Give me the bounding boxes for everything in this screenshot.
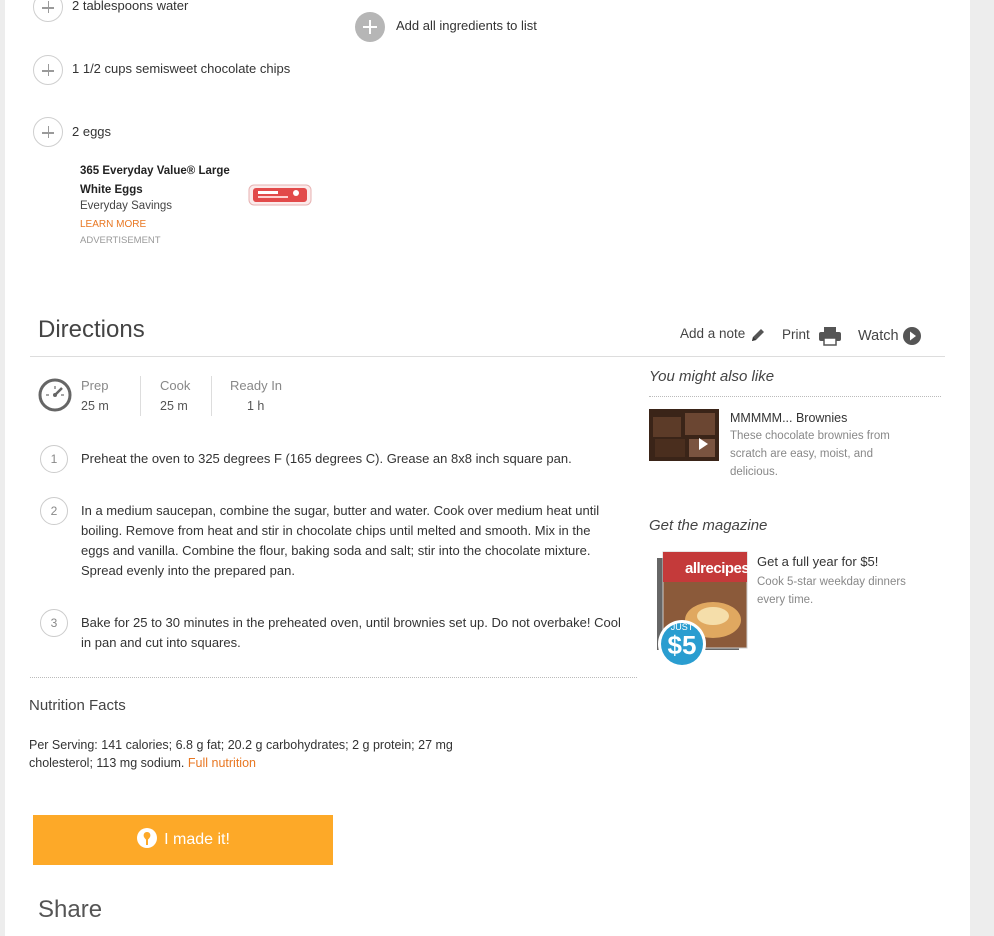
time-separator-1 xyxy=(140,376,141,416)
ad-subtitle: Everyday Savings xyxy=(80,200,173,212)
brownies-thumbnail[interactable] xyxy=(649,409,719,461)
print-link[interactable]: Print xyxy=(782,327,810,342)
also-like-desc-line-1: These chocolate brownies from xyxy=(730,430,890,442)
step-3-number: 3 xyxy=(40,609,68,637)
add-ingredient-2-icon[interactable] xyxy=(33,55,63,85)
step-3-text[interactable]: Bake for 25 to 30 minutes in the preheat… xyxy=(81,613,621,653)
made-it-icon xyxy=(136,827,158,854)
page: 2 tablespoons water Add all ingredients … xyxy=(5,0,970,936)
step-1-line-1: Preheat the oven to 325 degrees F (165 d… xyxy=(81,451,572,466)
steps-divider xyxy=(30,677,637,678)
step-2-line-1: In a medium saucepan, combine the sugar,… xyxy=(81,503,600,518)
play-circle-icon[interactable] xyxy=(902,326,922,351)
made-it-label: I made it! xyxy=(164,831,230,848)
ready-in-value: 1 h xyxy=(247,399,265,413)
step-2-line-4: Spread evenly into the prepared pan. xyxy=(81,563,295,578)
step-3-line-2: in pan and cut into squares. xyxy=(81,635,241,650)
add-ingredient-1-icon[interactable] xyxy=(33,0,63,22)
ingredient-3[interactable]: 2 eggs xyxy=(72,124,111,139)
ad-label: ADVERTISEMENT xyxy=(80,235,161,246)
ad-learn-more-link[interactable]: LEARN MORE xyxy=(80,219,240,230)
also-like-desc-line-2: scratch are easy, moist, and xyxy=(730,448,873,460)
ad-title-line1[interactable]: 365 Everyday Value® Large xyxy=(80,162,240,181)
also-like-description: These chocolate brownies from scratch ar… xyxy=(730,427,890,481)
prep-value: 25 m xyxy=(81,399,109,413)
step-1-text[interactable]: Preheat the oven to 325 degrees F (165 d… xyxy=(81,449,572,469)
also-like-title[interactable]: MMMMM... Brownies xyxy=(730,411,847,425)
add-note-link[interactable]: Add a note xyxy=(680,326,745,341)
ready-in-label: Ready In xyxy=(230,378,283,393)
step-2-line-2: boiling. Remove from heat and stir in ch… xyxy=(81,523,591,538)
magazine-heading: Get the magazine xyxy=(649,517,768,534)
also-like-desc-line-3: delicious. xyxy=(730,466,778,478)
cook-value: 25 m xyxy=(160,399,188,413)
magazine-description: Cook 5-star weekday dinners every time. xyxy=(757,573,906,609)
printer-icon[interactable] xyxy=(818,326,842,351)
magazine-title[interactable]: Get a full year for $5! xyxy=(757,554,878,569)
nutrition-heading: Nutrition Facts xyxy=(29,697,126,714)
step-2-text[interactable]: In a medium saucepan, combine the sugar,… xyxy=(81,501,599,581)
magazine-badge-price: $5 xyxy=(667,630,697,660)
step-3-line-1: Bake for 25 to 30 minutes in the preheat… xyxy=(81,615,621,630)
cook-label: Cook xyxy=(160,378,191,393)
add-all-plus-icon[interactable] xyxy=(355,12,385,42)
full-nutrition-link[interactable]: Full nutrition xyxy=(188,756,256,770)
add-all-ingredients-link[interactable]: Add all ingredients to list xyxy=(396,18,537,33)
nutrition-line-1: Per Serving: 141 calories; 6.8 g fat; 20… xyxy=(29,738,453,752)
prep-label: Prep xyxy=(81,378,109,393)
nutrition-line-2: cholesterol; 113 mg sodium. xyxy=(29,756,185,770)
ad-block[interactable]: 365 Everyday Value® Large White Eggs Eve… xyxy=(80,162,240,246)
pencil-icon[interactable] xyxy=(749,326,767,349)
sidebar-divider xyxy=(649,396,941,397)
step-2-line-3: eggs and vanilla. Combine the flour, bak… xyxy=(81,543,591,558)
magazine-desc-line-2: every time. xyxy=(757,594,814,606)
clock-icon xyxy=(38,378,72,417)
ad-product-image[interactable] xyxy=(248,182,312,208)
ingredient-2[interactable]: 1 1/2 cups semisweet chocolate chips xyxy=(72,61,290,76)
nutrition-summary: Per Serving: 141 calories; 6.8 g fat; 20… xyxy=(29,736,629,772)
watch-link[interactable]: Watch xyxy=(858,328,899,344)
i-made-it-button[interactable]: I made it! xyxy=(33,815,333,865)
magazine-desc-line-1: Cook 5-star weekday dinners xyxy=(757,576,906,588)
directions-title: Directions xyxy=(38,316,145,343)
nutrition-line-2-wrap: cholesterol; 113 mg sodium. Full nutriti… xyxy=(29,754,629,772)
step-1-number: 1 xyxy=(40,445,68,473)
directions-divider xyxy=(30,356,945,357)
time-separator-2 xyxy=(211,376,212,416)
ingredient-1[interactable]: 2 tablespoons water xyxy=(72,0,188,13)
ad-title-line2[interactable]: White Eggs xyxy=(80,181,240,200)
step-2-number: 2 xyxy=(40,497,68,525)
also-like-heading: You might also like xyxy=(649,368,775,385)
share-heading: Share xyxy=(38,896,103,923)
add-ingredient-3-icon[interactable] xyxy=(33,117,63,147)
magazine-cover-brand: allrecipes xyxy=(685,560,750,577)
